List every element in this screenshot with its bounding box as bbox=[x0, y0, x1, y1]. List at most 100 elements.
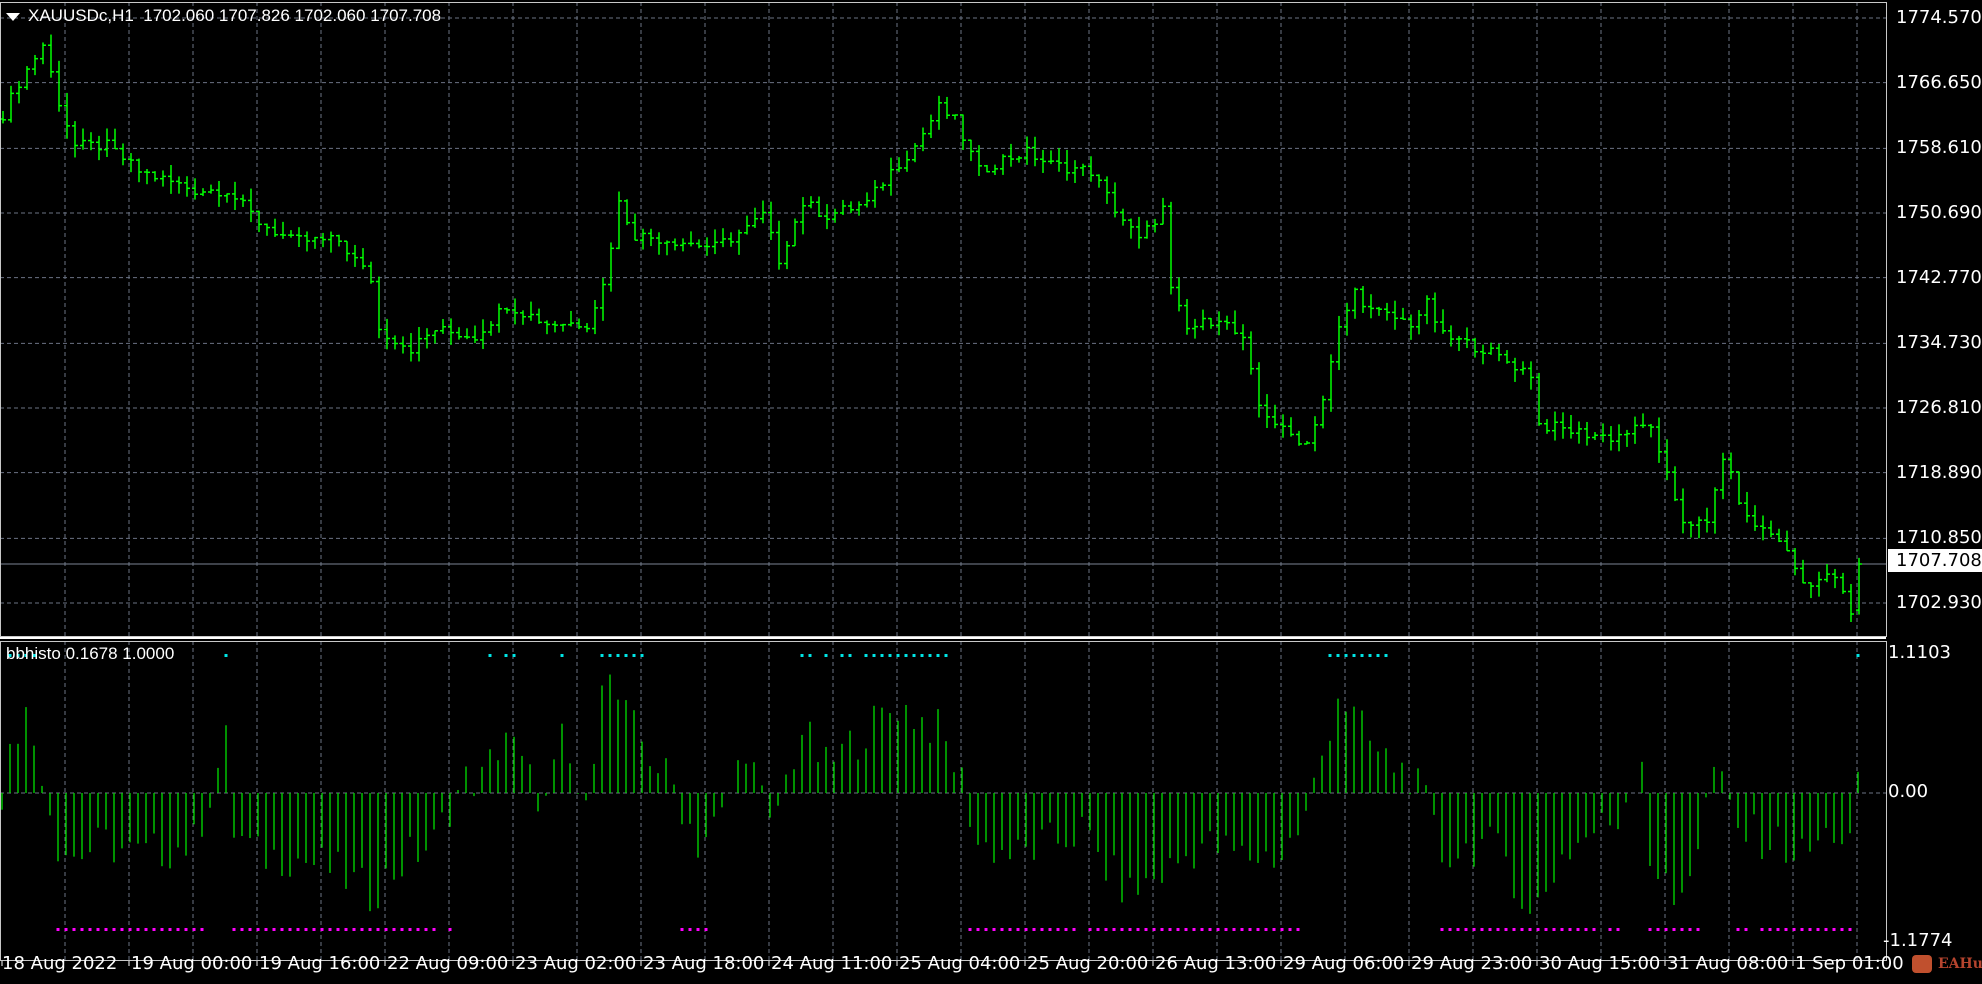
up-signal-dot bbox=[224, 654, 228, 657]
down-signal-dot bbox=[1216, 928, 1220, 931]
ohlc-bar bbox=[1384, 302, 1390, 321]
ohlc-bar bbox=[1256, 362, 1262, 418]
ohlc-bar bbox=[1568, 414, 1574, 439]
indicator-name: bbhisto bbox=[6, 644, 61, 663]
dropdown-triangle-icon[interactable] bbox=[6, 12, 20, 21]
down-signal-dot bbox=[1144, 928, 1148, 931]
ohlc-bar bbox=[864, 192, 870, 208]
ohlc-bar bbox=[712, 229, 718, 255]
down-signal-dot bbox=[1232, 928, 1236, 931]
ohlc-bar bbox=[1224, 315, 1230, 330]
down-signal-dot bbox=[1256, 928, 1260, 931]
ohlc-bar bbox=[1096, 174, 1102, 188]
ohlc-bar bbox=[376, 276, 382, 339]
time-tick-label: 25 Aug 20:00 bbox=[1027, 953, 1149, 974]
price-tick-label: 1766.650 bbox=[1896, 71, 1982, 93]
ohlc-bar bbox=[760, 200, 766, 224]
ohlc-bar bbox=[624, 199, 630, 226]
up-signal-dot bbox=[1368, 654, 1372, 657]
down-signal-dot bbox=[1048, 928, 1052, 931]
ohlc-bar bbox=[1712, 487, 1718, 534]
down-signal-dot bbox=[304, 928, 308, 931]
ohlc-bar bbox=[1800, 559, 1806, 584]
ohlc-bar bbox=[520, 310, 526, 325]
ohlc-bar bbox=[616, 191, 622, 250]
down-signal-dot bbox=[1512, 928, 1516, 931]
ohlc-bar bbox=[48, 34, 54, 78]
ohlc-bar bbox=[1392, 300, 1398, 330]
ohlc-bar bbox=[800, 197, 806, 235]
up-signal-dot bbox=[560, 654, 564, 657]
time-tick-label: 23 Aug 02:00 bbox=[515, 953, 637, 974]
down-signal-dot bbox=[680, 928, 684, 931]
symbol-label: XAUUSDc,H1 bbox=[28, 6, 134, 25]
ohlc-bar bbox=[1112, 182, 1118, 218]
indicator-axis-min: -1.1774 bbox=[1883, 930, 1953, 951]
down-signal-dot bbox=[1088, 928, 1092, 931]
ohlc-bar bbox=[1752, 505, 1758, 531]
down-signal-dot bbox=[1616, 928, 1620, 931]
price-tick-label: 1702.930 bbox=[1896, 592, 1982, 613]
ohlc-bar bbox=[1048, 150, 1054, 165]
ohlc-bar bbox=[1184, 298, 1190, 335]
down-signal-dot bbox=[1472, 928, 1476, 931]
up-signal-dot bbox=[1328, 654, 1332, 657]
down-signal-dot bbox=[1608, 928, 1612, 931]
ohlc-bar bbox=[216, 180, 222, 207]
down-signal-dot bbox=[360, 928, 364, 931]
ohlc-bar bbox=[1576, 421, 1582, 444]
ohlc-bar bbox=[312, 236, 318, 249]
down-signal-dot bbox=[392, 928, 396, 931]
ohlc-bar bbox=[208, 184, 214, 194]
up-signal-dot bbox=[1360, 654, 1364, 657]
ohlc-bar bbox=[1696, 516, 1702, 539]
up-signal-dot bbox=[928, 654, 932, 657]
down-signal-dot bbox=[1504, 928, 1508, 931]
up-signal-dot bbox=[1856, 654, 1860, 657]
ohlc-bar bbox=[360, 248, 366, 270]
down-signal-dot bbox=[1448, 928, 1452, 931]
down-signal-dot bbox=[352, 928, 356, 931]
up-signal-dot bbox=[912, 654, 916, 657]
ohlc-bar bbox=[600, 277, 606, 321]
ohlc-bar bbox=[160, 170, 166, 187]
down-signal-dot bbox=[1520, 928, 1524, 931]
ohlc-bar bbox=[648, 228, 654, 247]
price-bars bbox=[0, 34, 1862, 623]
down-signal-dot bbox=[1576, 928, 1580, 931]
indicator-axis-zero: 0.00 bbox=[1888, 781, 1929, 802]
down-signal-dot bbox=[1208, 928, 1212, 931]
ohlc-bar bbox=[944, 96, 950, 119]
price-tick-label: 1734.730 bbox=[1896, 332, 1982, 354]
ohlc-bar bbox=[1176, 277, 1182, 312]
ohlc-bar bbox=[1120, 208, 1126, 226]
ohlc-bar bbox=[680, 238, 686, 252]
down-signal-dot bbox=[368, 928, 372, 931]
price-tick-label: 1710.850 bbox=[1896, 527, 1982, 549]
chart-canvas[interactable] bbox=[0, 0, 1982, 984]
ohlc-bar bbox=[552, 320, 558, 333]
down-signal-dot bbox=[1592, 928, 1596, 931]
down-signal-dot bbox=[136, 928, 140, 931]
down-signal-dot bbox=[1768, 928, 1772, 931]
ohlc-bar bbox=[1160, 197, 1166, 225]
up-signal-dot bbox=[840, 654, 844, 657]
ohlc-bar bbox=[952, 114, 958, 120]
indicator-axis-max: 1.1103 bbox=[1888, 642, 1951, 663]
down-signal-dot bbox=[1832, 928, 1836, 931]
down-signal-dot bbox=[1200, 928, 1204, 931]
ohlc-bar bbox=[544, 320, 550, 335]
down-signal-dot bbox=[1688, 928, 1692, 931]
down-signal-dot bbox=[1656, 928, 1660, 931]
ohlc-bar bbox=[1544, 419, 1550, 434]
time-tick-label: 26 Aug 13:00 bbox=[1155, 953, 1277, 974]
ohlc-bar bbox=[1464, 327, 1470, 349]
down-signal-dot bbox=[1296, 928, 1300, 931]
ohlc-bar bbox=[1480, 344, 1486, 365]
down-signal-dot bbox=[1488, 928, 1492, 931]
down-signal-dot bbox=[1024, 928, 1028, 931]
ohlc-bar bbox=[8, 85, 14, 123]
ohlc-bar bbox=[1360, 286, 1366, 313]
down-signal-dot bbox=[688, 928, 692, 931]
price-tick-label: 1774.570 bbox=[1896, 7, 1982, 28]
